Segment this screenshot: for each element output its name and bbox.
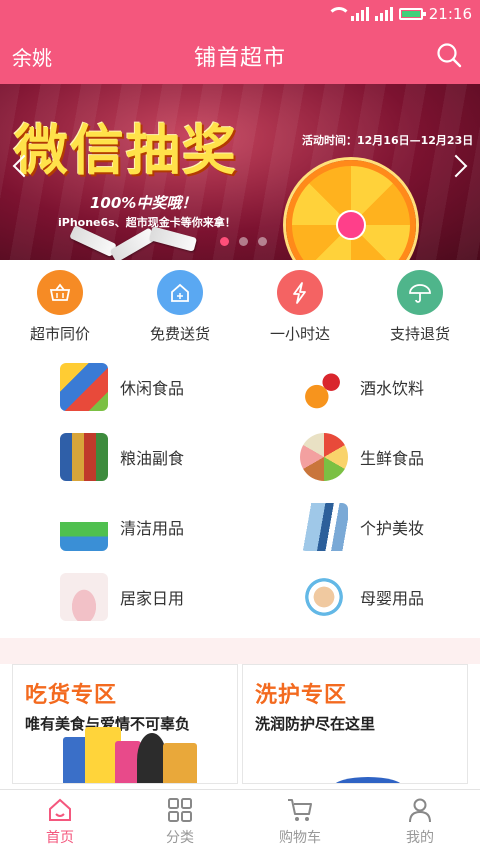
banner-period: 活动时间：12月16日—12月23日 (302, 134, 474, 147)
status-bar: 21:16 (0, 0, 480, 28)
category-grain-oil[interactable]: 粮油副食 (0, 422, 240, 492)
search-icon[interactable] (436, 42, 462, 68)
feature-free-delivery[interactable]: 免费送货 (120, 270, 240, 344)
signal-icon-2 (374, 7, 393, 21)
promo-cards: 吃货专区 唯有美食与爱情不可辜负 洗护专区 洗润防护尽在这里 (0, 664, 480, 784)
category-name: 酒水饮料 (360, 379, 425, 398)
status-time: 21:16 (428, 5, 472, 23)
wifi-icon (326, 7, 351, 21)
category-name: 休闲食品 (120, 379, 185, 398)
category-name: 母婴用品 (360, 589, 425, 608)
category-name: 粮油副食 (120, 449, 185, 468)
snack-products-image (63, 727, 203, 783)
tab-label: 首页 (46, 830, 74, 846)
tab-category[interactable]: 分类 (120, 790, 240, 853)
grid-icon (168, 798, 192, 822)
category-baby[interactable]: 母婴用品 (240, 562, 480, 632)
banner-prize-line: 100%中奖哦！ (90, 194, 197, 212)
category-name: 个护美妆 (360, 519, 425, 538)
personal-care-image (300, 503, 348, 551)
cleaning-image (60, 503, 108, 551)
promo-title: 洗护专区 (255, 683, 348, 708)
feature-returns[interactable]: 支持退货 (360, 270, 480, 344)
tab-profile[interactable]: 我的 (360, 790, 480, 853)
promo-title: 吃货专区 (25, 683, 118, 708)
promo-banner[interactable]: 微信抽奖 活动时间：12月16日—12月23日 100%中奖哦！ iPhone6… (0, 84, 480, 260)
feature-label: 一小时达 (269, 325, 330, 343)
drinks-image (300, 363, 348, 411)
promo-card-washcare[interactable]: 洗护专区 洗润防护尽在这里 (242, 664, 468, 784)
category-grid: 休闲食品 酒水饮料 粮油副食 生鲜食品 清洁用品 个护美妆 居家日用 母婴用品 (0, 344, 480, 632)
promo-card-foodie[interactable]: 吃货专区 唯有美食与爱情不可辜负 (12, 664, 238, 784)
battery-icon (398, 8, 426, 20)
banner-dot[interactable] (220, 237, 229, 246)
category-cleaning[interactable]: 清洁用品 (0, 492, 240, 562)
bottom-tab-bar: 首页 分类 购物车 我的 (0, 789, 480, 853)
phones-image (69, 224, 230, 260)
banner-dot[interactable] (239, 237, 248, 246)
tab-cart[interactable]: 购物车 (240, 790, 360, 853)
home-tab-icon (49, 798, 71, 821)
category-household[interactable]: 居家日用 (0, 562, 240, 632)
tab-label: 购物车 (279, 830, 321, 846)
feature-label: 超市同价 (29, 325, 90, 343)
feature-same-price[interactable]: 超市同价 (0, 270, 120, 344)
grain-oil-image (60, 433, 108, 481)
home-icon (157, 270, 203, 315)
tab-label: 我的 (406, 830, 434, 846)
service-features: 超市同价 免费送货 一小时达 支持退货 (0, 260, 480, 344)
category-snacks[interactable]: 休闲食品 (0, 352, 240, 422)
banner-pagination (220, 237, 267, 246)
category-fresh[interactable]: 生鲜食品 (240, 422, 480, 492)
feature-one-hour[interactable]: 一小时达 (240, 270, 360, 344)
category-personal-care[interactable]: 个护美妆 (240, 492, 480, 562)
fresh-food-image (300, 433, 348, 481)
banner-dot[interactable] (258, 237, 267, 246)
user-icon (409, 798, 431, 823)
app-header: 余姚 铺首超市 (0, 28, 480, 84)
wheel-hub (336, 210, 366, 240)
section-divider (0, 638, 480, 664)
feature-label: 免费送货 (149, 325, 210, 343)
tab-label: 分类 (166, 830, 194, 846)
page-title: 铺首超市 (193, 46, 286, 71)
signal-icon (350, 7, 369, 21)
city-selector[interactable]: 余姚 (12, 42, 52, 71)
household-image (60, 573, 108, 621)
baby-image (300, 573, 348, 621)
lightning-icon (277, 270, 323, 315)
category-drinks[interactable]: 酒水饮料 (240, 352, 480, 422)
cart-icon (288, 799, 312, 821)
category-name: 居家日用 (120, 589, 185, 608)
umbrella-icon (397, 270, 443, 315)
washcare-products-image (293, 727, 433, 783)
tab-home[interactable]: 首页 (0, 790, 120, 853)
banner-headline: 微信抽奖 (14, 119, 238, 182)
basket-icon (37, 270, 83, 315)
snacks-image (60, 363, 108, 411)
category-name: 清洁用品 (120, 519, 185, 538)
category-name: 生鲜食品 (360, 449, 425, 468)
feature-label: 支持退货 (389, 325, 450, 343)
